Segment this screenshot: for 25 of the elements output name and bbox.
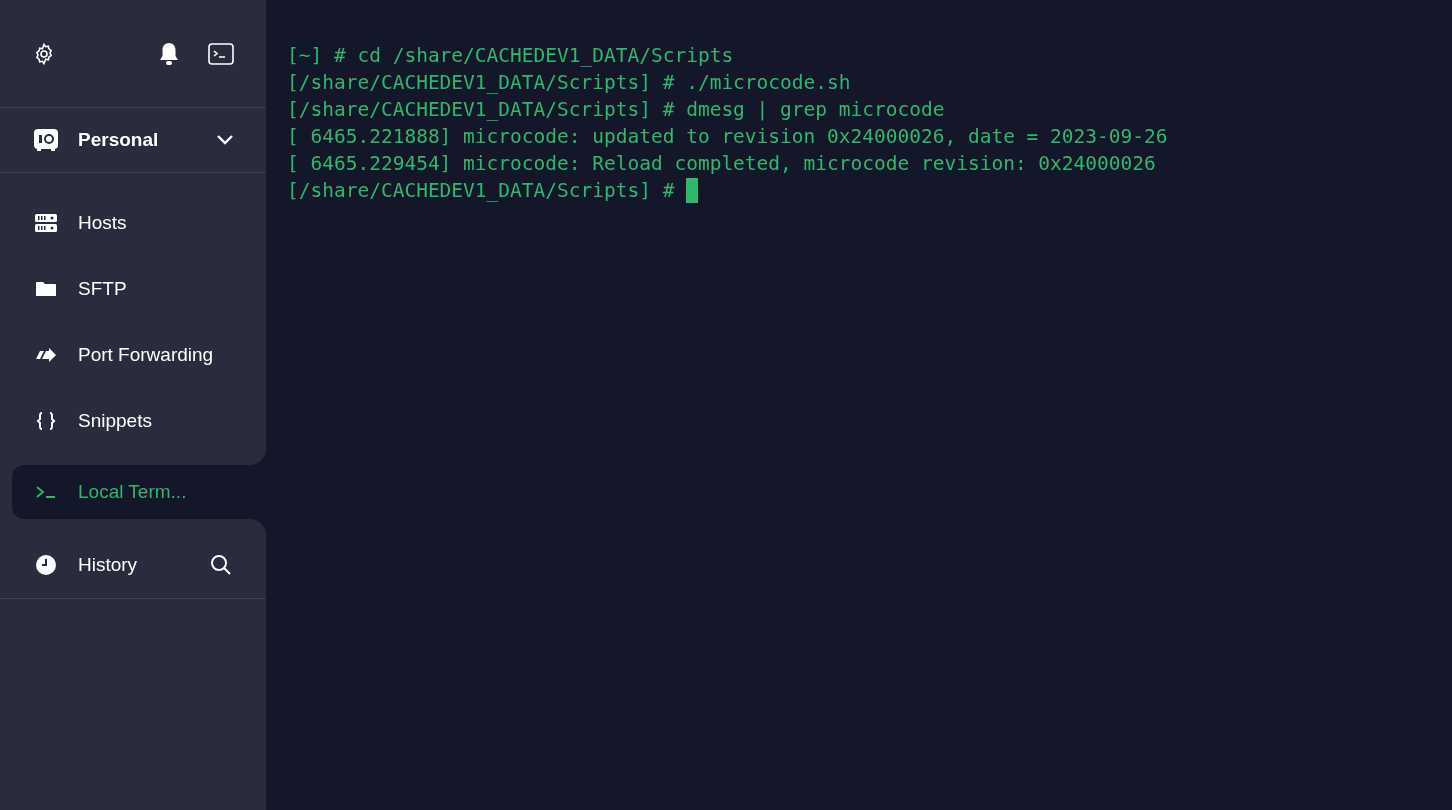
terminal-line: [/share/CACHEDEV1_DATA/Scripts] # ./microcode.sh [287, 70, 851, 96]
prompt-icon [36, 485, 56, 499]
terminal-line: [/share/CACHEDEV1_DATA/Scripts] # [287, 178, 676, 204]
clock-icon [35, 554, 57, 576]
terminal-icon[interactable] [208, 42, 234, 65]
folder-icon [36, 281, 56, 297]
cursor [686, 178, 699, 203]
nav-item[interactable]: Port Forwarding [0, 322, 266, 388]
nav-item[interactable]: SFTP [0, 256, 266, 322]
search-icon[interactable] [210, 554, 232, 576]
terminal-line: [/share/CACHEDEV1_DATA/Scripts] # dmesg | grep microcode [287, 97, 945, 123]
vault-name[interactable]: Personal [78, 125, 159, 155]
nav-item[interactable]: Local Term... [12, 465, 266, 519]
arrow-icon [36, 347, 56, 363]
braces-icon [36, 411, 56, 431]
vault-icon [32, 127, 60, 153]
terminal-line: [ 6465.221888] microcode: updated to revision 0x24000026, date = 2023-09-26 [287, 124, 1168, 150]
terminal-line: [~] # cd /share/CACHEDEV1_DATA/Scripts [287, 43, 734, 69]
terminal-line: [ 6465.229454] microcode: Reload completed, microcode revision: 0x24000026 [287, 151, 1156, 177]
nav-item[interactable]: Snippets [0, 388, 266, 465]
nav-item[interactable]: History [0, 519, 266, 598]
nav-item[interactable]: Hosts [0, 190, 266, 256]
chevron-down-icon[interactable] [216, 134, 234, 146]
bell-icon[interactable] [158, 40, 180, 67]
server-icon [35, 213, 57, 233]
